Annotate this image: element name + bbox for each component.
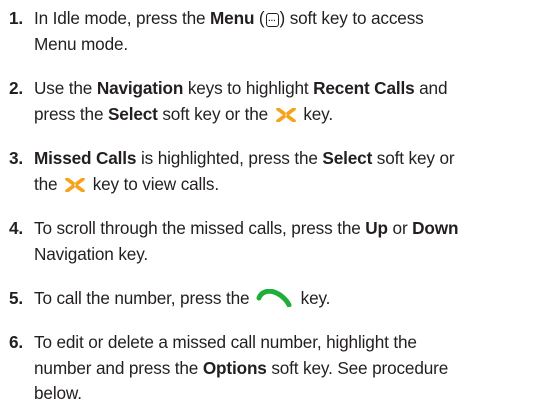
step-text: Use the Navigation keys to highlight Rec…	[34, 78, 448, 124]
recent-calls-label: Recent Calls	[313, 78, 415, 98]
select-key-label: Select	[107, 103, 158, 124]
step-text: To scroll through the missed calls, pres…	[34, 218, 459, 264]
step-number: 1.	[9, 8, 24, 28]
up-key-label: Up	[365, 218, 388, 238]
down-key-label: Down	[412, 218, 459, 238]
menu-soft-key-icon	[265, 13, 279, 27]
navigation-center-key-icon	[275, 107, 296, 122]
step-text: To call the number, press the key.	[34, 288, 331, 308]
instruction-page: 1. In Idle mode, press the Menu () soft …	[0, 0, 539, 417]
step-number: 2.	[9, 78, 24, 98]
send-call-key-icon	[256, 289, 292, 307]
navigation-center-key-icon	[65, 177, 85, 192]
step-text: To edit or delete a missed call number, …	[34, 332, 449, 403]
step-number: 5.	[9, 288, 24, 308]
step-number: 4.	[9, 218, 24, 238]
missed-calls-label: Missed Calls	[34, 148, 137, 168]
select-key-label: Select	[322, 148, 373, 168]
options-key-label: Options	[202, 357, 267, 378]
step-text: In Idle mode, press the Menu () soft key…	[34, 6, 534, 57]
navigation-keys-label: Navigation	[96, 78, 184, 98]
step-number: 6.	[9, 332, 24, 352]
menu-key-label: Menu	[210, 8, 255, 28]
step-text: Missed Calls is highlighted, press the S…	[34, 148, 455, 194]
step-number: 3.	[9, 148, 24, 168]
